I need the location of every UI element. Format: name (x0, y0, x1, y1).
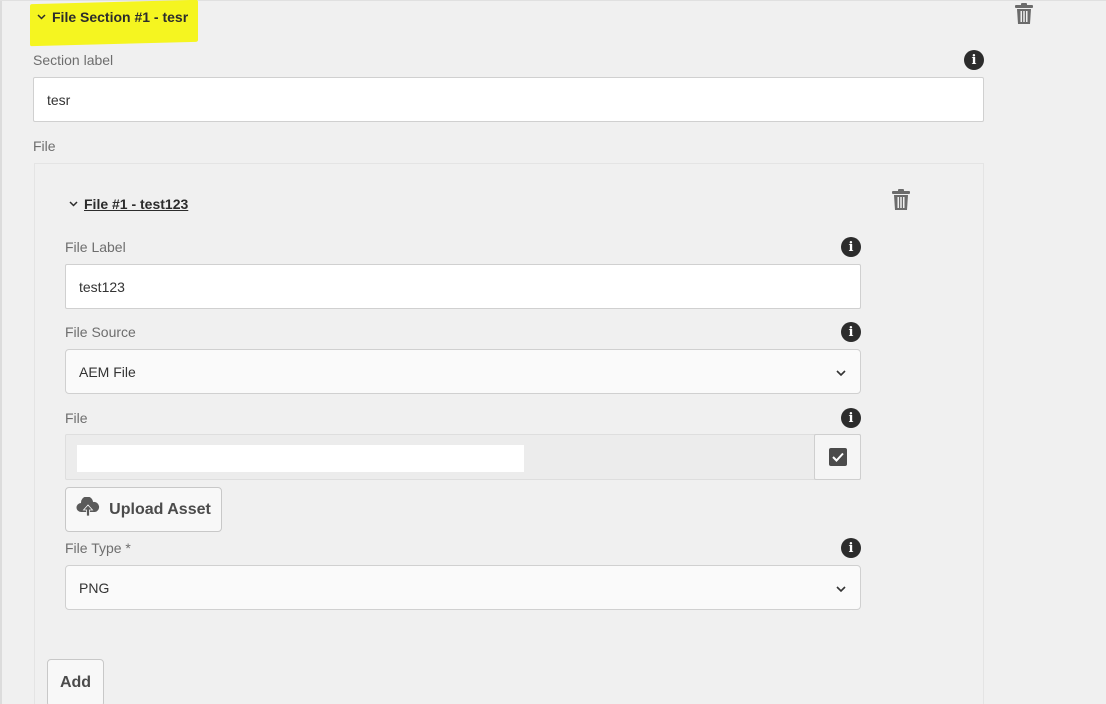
section-header[interactable]: File Section #1 - tesr (36, 9, 188, 25)
file-type-value: PNG (79, 579, 110, 596)
file-type-caption: File Type * (65, 540, 131, 556)
select-file-button[interactable] (814, 434, 861, 480)
checkmark-icon (828, 448, 847, 466)
file-path-input[interactable] (77, 445, 524, 472)
file-item-header[interactable]: File #1 - test123 (68, 196, 188, 212)
page-left-edge (0, 0, 2, 704)
file-source-caption: File Source (65, 324, 136, 340)
info-icon[interactable]: i (841, 237, 861, 257)
delete-section-trash-icon[interactable] (1014, 3, 1034, 25)
delete-file-trash-icon[interactable] (891, 189, 911, 211)
file-item-title: File #1 - test123 (84, 196, 189, 212)
section-label-caption: Section label (33, 52, 114, 68)
chevron-down-icon (68, 199, 78, 209)
section-title: File Section #1 - tesr (52, 9, 189, 25)
upload-asset-button[interactable]: Upload Asset (65, 487, 222, 532)
file-label-input[interactable]: test123 (65, 264, 861, 309)
info-icon[interactable]: i (841, 538, 861, 558)
add-file-button[interactable]: Add (47, 659, 104, 704)
chevron-down-icon (36, 12, 46, 22)
file-caption: File (33, 138, 56, 154)
file-type-select[interactable]: PNG (65, 565, 861, 610)
file-source-value: AEM File (79, 363, 136, 380)
file-label-caption: File Label (65, 239, 126, 255)
chevron-down-icon (836, 580, 846, 596)
info-icon[interactable]: i (964, 50, 984, 70)
file-path-caption: File (65, 410, 88, 426)
upload-asset-label: Upload Asset (109, 500, 211, 518)
info-icon[interactable]: i (841, 322, 861, 342)
cloud-upload-icon (76, 496, 100, 522)
section-label-input[interactable]: tesr (33, 77, 984, 122)
info-icon[interactable]: i (841, 408, 861, 428)
file-source-select[interactable]: AEM File (65, 349, 861, 394)
chevron-down-icon (836, 364, 846, 380)
